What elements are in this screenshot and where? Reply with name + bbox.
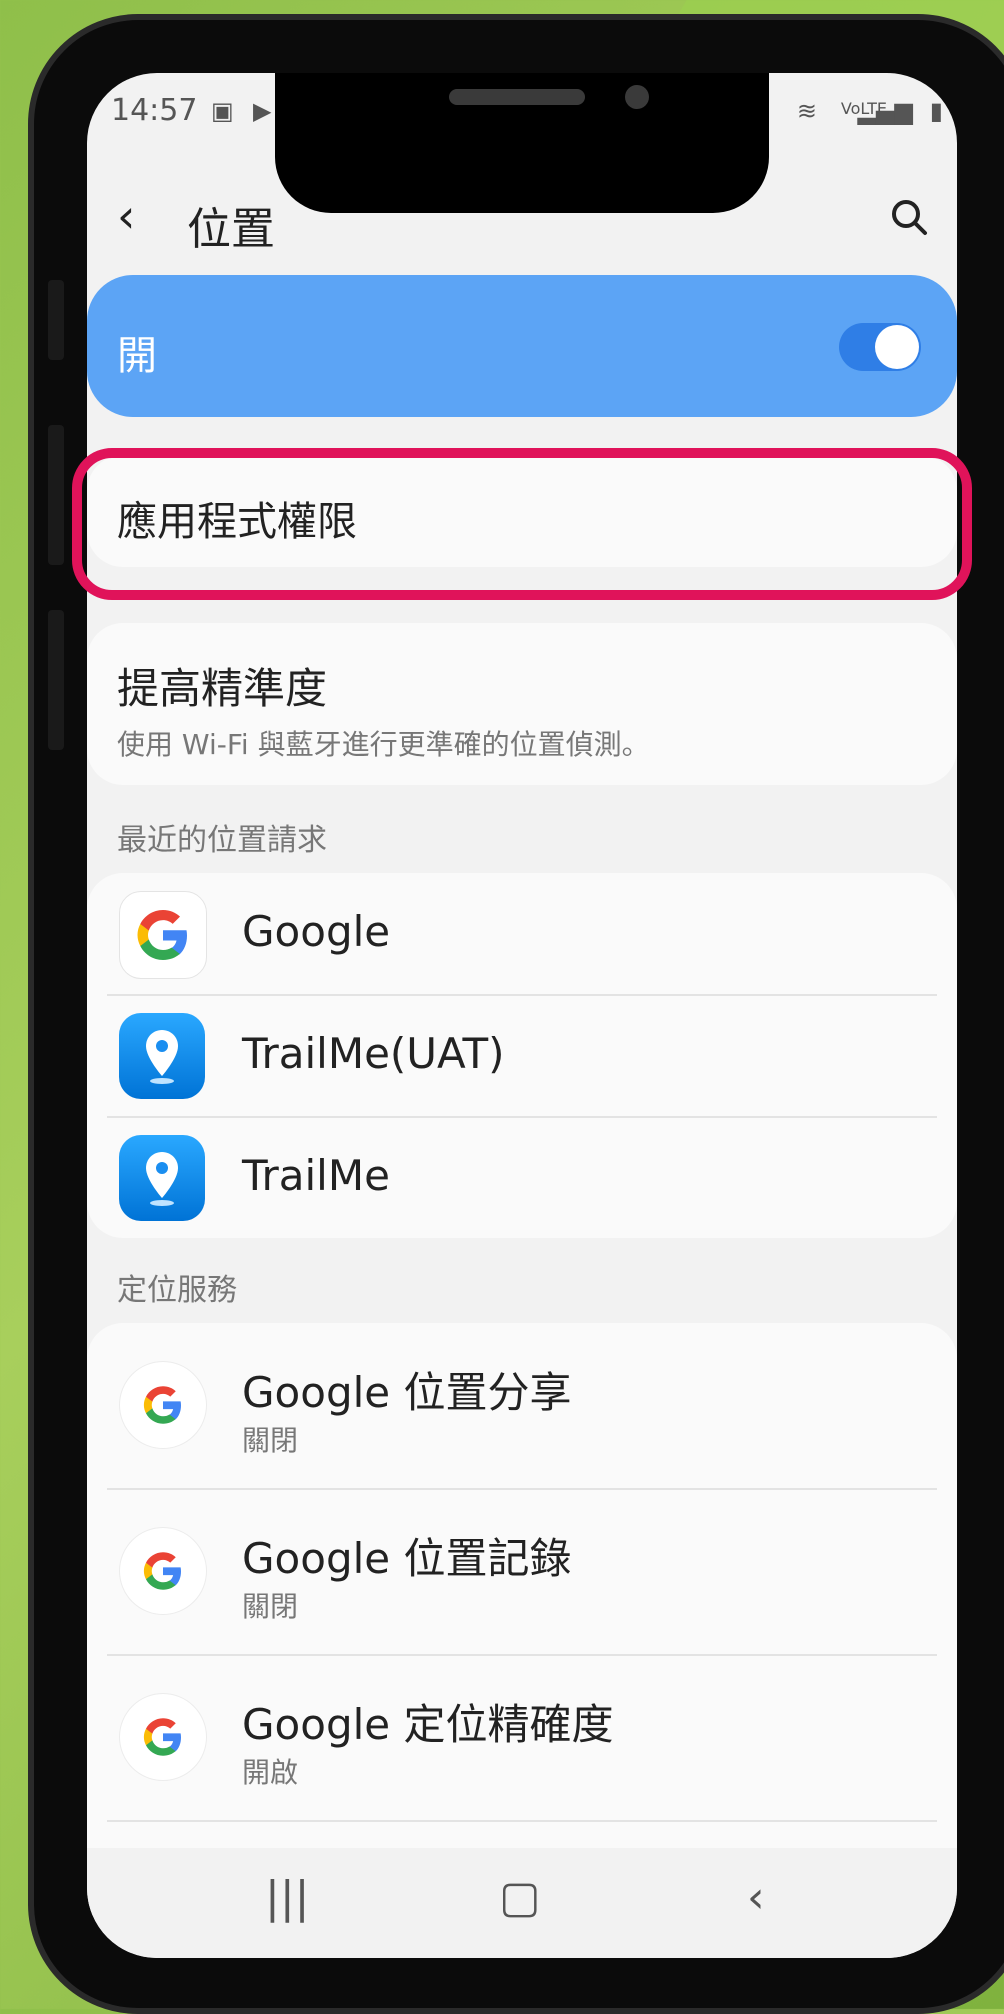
list-item[interactable]: Google 定位精確度 開啟 bbox=[87, 1655, 957, 1821]
google-icon bbox=[119, 1361, 207, 1449]
play-icon: ▶ bbox=[253, 97, 272, 125]
back-icon[interactable]: ‹ bbox=[117, 193, 135, 239]
divider bbox=[107, 1820, 937, 1822]
trailme-icon bbox=[119, 1013, 205, 1099]
battery-icon: ▮ bbox=[929, 97, 943, 125]
highlight-box bbox=[72, 448, 972, 600]
location-switch[interactable] bbox=[839, 323, 921, 371]
improve-accuracy-title: 提高精準度 bbox=[117, 664, 328, 713]
speaker bbox=[449, 89, 585, 105]
list-item[interactable]: Google 位置分享 關閉 bbox=[87, 1323, 957, 1489]
service-status: 關閉 bbox=[242, 1424, 299, 1457]
app-name: TrailMe(UAT) bbox=[242, 1029, 505, 1078]
improve-accuracy-subtitle: 使用 Wi-Fi 與藍牙進行更準確的位置偵測。 bbox=[117, 728, 650, 761]
image-icon: ▣ bbox=[211, 97, 234, 125]
recent-requests-list: Google TrailMe(UAT) TrailMe bbox=[87, 873, 957, 1238]
google-icon bbox=[119, 1693, 207, 1781]
location-services-heading: 定位服務 bbox=[117, 1273, 237, 1308]
service-name: Google 定位精確度 bbox=[242, 1700, 614, 1749]
google-icon bbox=[119, 1527, 207, 1615]
service-status: 關閉 bbox=[242, 1590, 299, 1623]
trailme-icon bbox=[119, 1135, 205, 1221]
page-title: 位置 bbox=[187, 204, 275, 255]
navigation-bar: ||| ▢ ‹ bbox=[87, 1848, 957, 1958]
recent-apps-icon[interactable]: ||| bbox=[265, 1872, 309, 1923]
switch-knob bbox=[875, 325, 919, 369]
home-icon[interactable]: ▢ bbox=[499, 1872, 541, 1923]
location-toggle-label: 開 bbox=[117, 333, 157, 379]
location-toggle-card[interactable]: 開 bbox=[87, 275, 957, 417]
location-services-list: Google 位置分享 關閉 Google 位置記錄 關閉 Google 定位精… bbox=[87, 1323, 957, 1903]
status-time: 14:57 bbox=[111, 93, 198, 128]
notch bbox=[275, 73, 769, 213]
signal-icon: ▂▄▆ bbox=[857, 97, 913, 125]
phone-screen: 14:57 ▣ ▶ ≋ VoLTE ▂▄▆ ▮ ‹ 位置 開 應用程式權限 提高… bbox=[87, 73, 957, 1958]
list-item[interactable]: Google bbox=[87, 873, 957, 995]
list-item[interactable]: Google 位置記錄 關閉 bbox=[87, 1489, 957, 1655]
search-icon[interactable] bbox=[889, 197, 929, 237]
side-button bbox=[48, 425, 64, 565]
list-item[interactable]: TrailMe(UAT) bbox=[87, 995, 957, 1117]
app-name: TrailMe bbox=[242, 1151, 390, 1200]
google-icon bbox=[119, 891, 207, 979]
service-name: Google 位置分享 bbox=[242, 1368, 572, 1417]
wifi-icon: ≋ bbox=[796, 97, 817, 125]
back-nav-icon[interactable]: ‹ bbox=[747, 1872, 765, 1923]
side-button bbox=[48, 610, 64, 750]
side-button bbox=[48, 280, 64, 360]
camera bbox=[625, 85, 649, 109]
list-item[interactable]: TrailMe bbox=[87, 1117, 957, 1239]
service-name: Google 位置記錄 bbox=[242, 1534, 572, 1583]
recent-requests-heading: 最近的位置請求 bbox=[117, 823, 327, 858]
improve-accuracy-item[interactable]: 提高精準度 使用 Wi-Fi 與藍牙進行更準確的位置偵測。 bbox=[87, 623, 957, 785]
app-name: Google bbox=[242, 907, 391, 956]
service-status: 開啟 bbox=[242, 1756, 299, 1789]
